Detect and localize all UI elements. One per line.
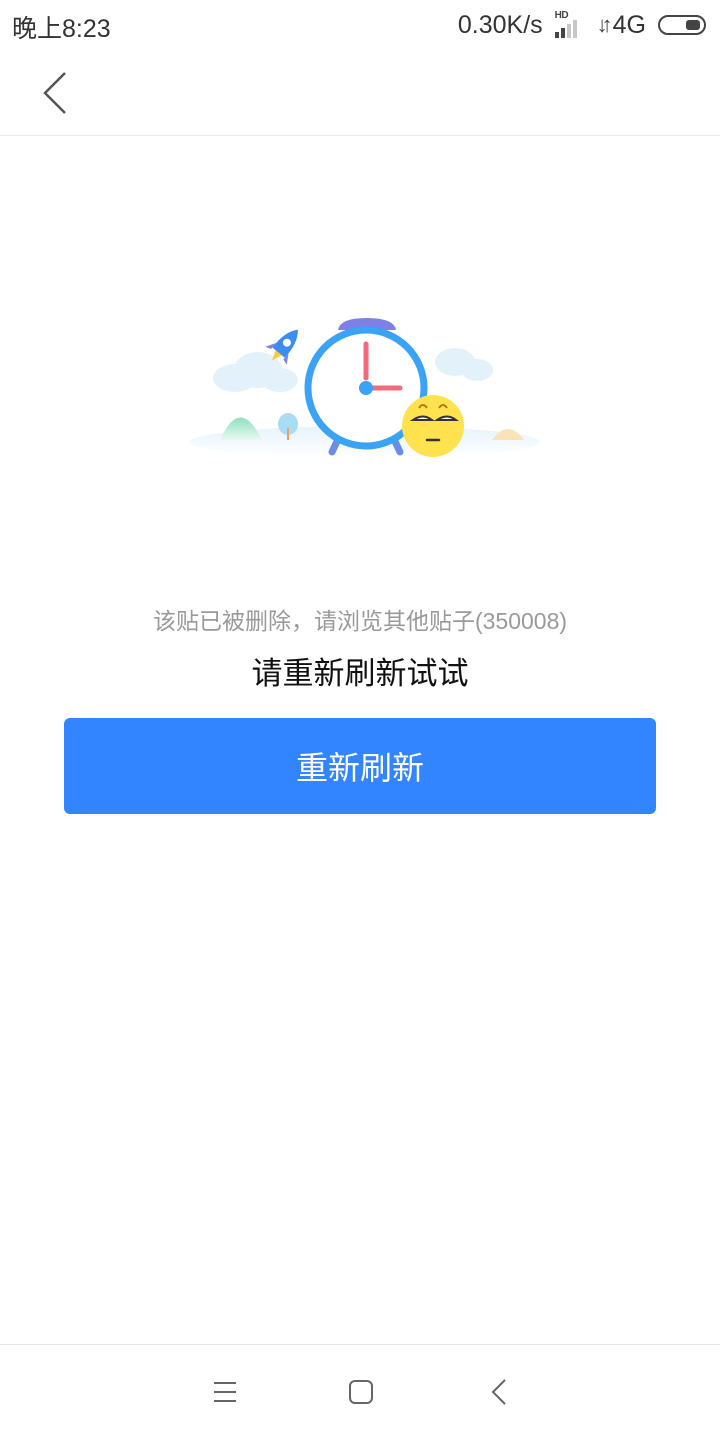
back-icon <box>491 1379 506 1405</box>
home-icon <box>349 1380 373 1404</box>
back-button[interactable] <box>30 68 82 118</box>
error-message: 该贴已被删除，请浏览其他贴子(350008) <box>152 608 568 634</box>
menu-button[interactable] <box>200 1367 250 1417</box>
status-indicators: 0.30K/s HD ↓↑ 4G <box>458 8 706 42</box>
battery-icon <box>658 15 706 35</box>
chevron-left-icon <box>43 72 66 114</box>
home-button[interactable] <box>336 1367 386 1417</box>
nav-back-button[interactable] <box>474 1367 524 1417</box>
deleted-post-illustration <box>190 318 540 458</box>
network-type: 4G <box>612 10 646 39</box>
header <box>0 50 720 136</box>
navigation-bar <box>0 1344 720 1441</box>
refresh-button[interactable]: 重新刷新 <box>64 718 656 814</box>
hill-icon <box>220 417 262 440</box>
signal-icon: HD <box>554 10 587 40</box>
network-speed: 0.30K/s <box>457 10 543 39</box>
menu-icon <box>214 1382 236 1402</box>
status-bar: 晚上8:23 0.30K/s HD ↓↑ 4G <box>0 0 720 50</box>
status-time: 晚上8:23 <box>12 15 111 43</box>
hint-message: 请重新刷新试试 <box>251 656 469 691</box>
bored-face-icon <box>402 395 464 457</box>
data-transfer-icon: ↓↑ <box>596 12 613 37</box>
